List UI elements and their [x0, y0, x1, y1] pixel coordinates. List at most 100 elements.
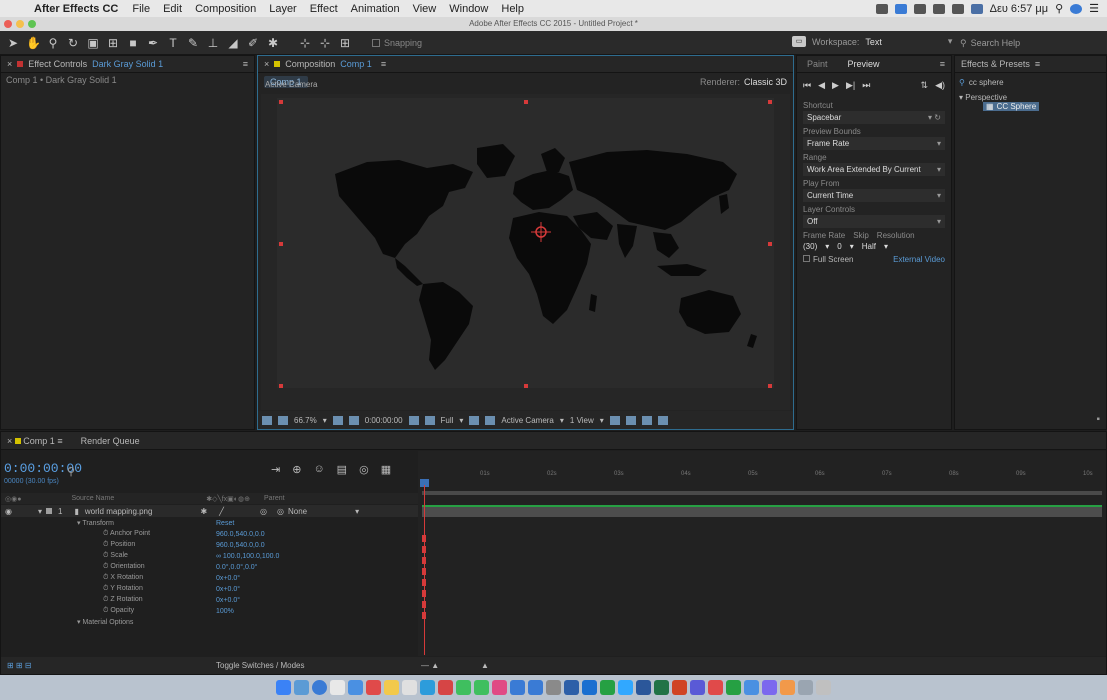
- frame-rate-select[interactable]: (30): [803, 242, 817, 251]
- dropdown-icon[interactable]: ▾: [323, 416, 327, 425]
- transform-reset-link[interactable]: Reset: [216, 520, 234, 527]
- toggle-switches-modes[interactable]: Toggle Switches / Modes: [216, 661, 305, 670]
- layer-handle[interactable]: [279, 384, 283, 388]
- pick-whip-icon[interactable]: ◎: [277, 507, 284, 516]
- timeline-graph-area[interactable]: 01s 02s 03s 04s 05s 06s 07s 08s 09s 10s: [418, 451, 1106, 656]
- keyframe-marker[interactable]: [422, 546, 426, 553]
- layer-handle[interactable]: [279, 242, 283, 246]
- system-preferences-icon[interactable]: [546, 680, 561, 695]
- layer-row[interactable]: ◉ ▾ 1 ▮ world mapping.png ✱ ╱ ◎ ◎ None ▾: [1, 505, 418, 517]
- timeline-icon[interactable]: [625, 415, 636, 425]
- selection-tool-icon[interactable]: ➤: [6, 36, 20, 50]
- dropdown-icon[interactable]: ▾: [884, 242, 888, 251]
- zoom-in-icon[interactable]: ▲: [481, 661, 489, 670]
- last-frame-icon[interactable]: ⏭: [862, 80, 870, 91]
- keyframe-marker[interactable]: [422, 601, 426, 608]
- menu-window[interactable]: Window: [449, 3, 488, 15]
- comp-mini-flowchart-icon[interactable]: ⇥: [271, 463, 280, 476]
- loop-icon[interactable]: ⇅: [921, 80, 929, 91]
- launchpad-icon[interactable]: [294, 680, 309, 695]
- layer-handle[interactable]: [524, 100, 528, 104]
- reminders-icon[interactable]: [402, 680, 417, 695]
- clone-stamp-tool-icon[interactable]: ⊥: [206, 36, 220, 50]
- graph-editor-icon[interactable]: ▦: [381, 463, 391, 476]
- composition-tab[interactable]: × Composition Comp 1 ≡: [258, 56, 793, 73]
- fast-previews-icon[interactable]: [609, 415, 620, 425]
- word-icon[interactable]: [636, 680, 651, 695]
- draft-3d-icon[interactable]: ⊕: [292, 463, 301, 476]
- shortcut-select[interactable]: Spacebar ▾ ↻: [803, 111, 945, 124]
- dropdown-icon[interactable]: ▾: [600, 416, 604, 425]
- dropdown-icon[interactable]: ▾: [850, 242, 854, 251]
- siri-icon[interactable]: [1070, 3, 1083, 14]
- material-options-group[interactable]: ▾ Material Options: [1, 617, 418, 627]
- previous-frame-icon[interactable]: ◀: [818, 80, 825, 91]
- layer-label-swatch[interactable]: [46, 508, 52, 514]
- layer-name[interactable]: world mapping.png: [85, 507, 153, 516]
- camera-tool-icon[interactable]: ▣: [86, 36, 100, 50]
- full-screen-toggle[interactable]: Full Screen: [803, 255, 853, 264]
- close-tab-icon[interactable]: ×: [264, 59, 269, 69]
- property-value[interactable]: ∞ 100.0,100.0,100.0: [216, 553, 279, 560]
- local-axis-icon[interactable]: ⊹: [298, 36, 312, 50]
- property-value[interactable]: 960.0,540.0,0.0: [216, 531, 265, 538]
- status-icon[interactable]: [894, 3, 907, 14]
- close-tab-icon[interactable]: ×: [7, 59, 12, 69]
- app-icon[interactable]: [762, 680, 777, 695]
- always-preview-icon[interactable]: [262, 415, 272, 425]
- effect-cc-sphere[interactable]: ▦ CC Sphere: [983, 102, 1040, 111]
- parent-select[interactable]: None: [288, 507, 307, 516]
- category-perspective[interactable]: ▾ Perspective: [959, 93, 1102, 102]
- tab-paint[interactable]: Paint: [797, 59, 838, 69]
- column-source-name[interactable]: Source Name: [71, 495, 114, 502]
- preview-bounds-select[interactable]: Frame Rate ▾: [803, 137, 945, 150]
- visibility-icon[interactable]: ◉: [5, 507, 12, 516]
- property-value[interactable]: 0x+0.0°: [216, 586, 240, 593]
- panel-menu-icon[interactable]: ≡: [1035, 59, 1040, 69]
- panel-menu-icon[interactable]: ≡: [381, 59, 386, 69]
- current-time-display[interactable]: 0:00:00:00: [365, 416, 403, 425]
- pan-behind-tool-icon[interactable]: ⊞: [106, 36, 120, 50]
- search-help-field[interactable]: ⚲ Search Help: [960, 36, 1100, 50]
- disclosure-triangle-icon[interactable]: ▾: [38, 507, 42, 516]
- keyframe-marker[interactable]: [422, 612, 426, 619]
- resolution-select[interactable]: Full: [441, 416, 454, 425]
- app-icon[interactable]: [726, 680, 741, 695]
- maps-icon[interactable]: [420, 680, 435, 695]
- renderer-value[interactable]: Classic 3D: [744, 77, 787, 87]
- skip-select[interactable]: 0: [837, 242, 841, 251]
- rectangle-tool-icon[interactable]: ■: [126, 36, 140, 50]
- facetime-icon[interactable]: [474, 680, 489, 695]
- collapse-transform-switch[interactable]: ✱: [200, 507, 207, 516]
- composition-viewer[interactable]: Active Camera: [261, 80, 790, 410]
- skype-icon[interactable]: [582, 680, 597, 695]
- dropdown-icon[interactable]: ▾: [825, 242, 829, 251]
- column-parent[interactable]: Parent: [264, 495, 285, 502]
- resolution-select[interactable]: Half: [862, 242, 876, 251]
- zoom-tool-icon[interactable]: ⚲: [46, 36, 60, 50]
- layer-handle[interactable]: [768, 242, 772, 246]
- app-store-icon[interactable]: [528, 680, 543, 695]
- dropdown-icon[interactable]: ▾: [459, 416, 463, 425]
- layer-handle[interactable]: [524, 384, 528, 388]
- mask-visibility-icon[interactable]: [278, 415, 288, 425]
- play-from-select[interactable]: Current Time ▾: [803, 189, 945, 202]
- powerpoint-icon[interactable]: [672, 680, 687, 695]
- dropdown-icon[interactable]: ▾: [355, 507, 359, 516]
- full-screen-checkbox[interactable]: [803, 255, 810, 262]
- app-icon[interactable]: [744, 680, 759, 695]
- frame-blending-icon[interactable]: ▤: [337, 463, 347, 476]
- timeline-search-icon[interactable]: ⚲: [67, 465, 75, 478]
- layer-controls-select[interactable]: Off ▾: [803, 215, 945, 228]
- snapping-toggle[interactable]: Snapping: [372, 38, 422, 48]
- hand-tool-icon[interactable]: ✋: [26, 36, 41, 50]
- itunes-icon[interactable]: [492, 680, 507, 695]
- effect-controls-tab[interactable]: × Effect Controls Dark Gray Solid 1 ≡: [1, 56, 254, 73]
- workspace-icon[interactable]: ▭: [792, 36, 806, 47]
- menu-composition[interactable]: Composition: [195, 3, 256, 15]
- shy-layers-icon[interactable]: ☺: [313, 463, 324, 476]
- close-window-button[interactable]: [4, 20, 12, 28]
- mail-icon[interactable]: [330, 680, 345, 695]
- play-icon[interactable]: ▶: [832, 80, 839, 91]
- brush-tool-icon[interactable]: ✎: [186, 36, 200, 50]
